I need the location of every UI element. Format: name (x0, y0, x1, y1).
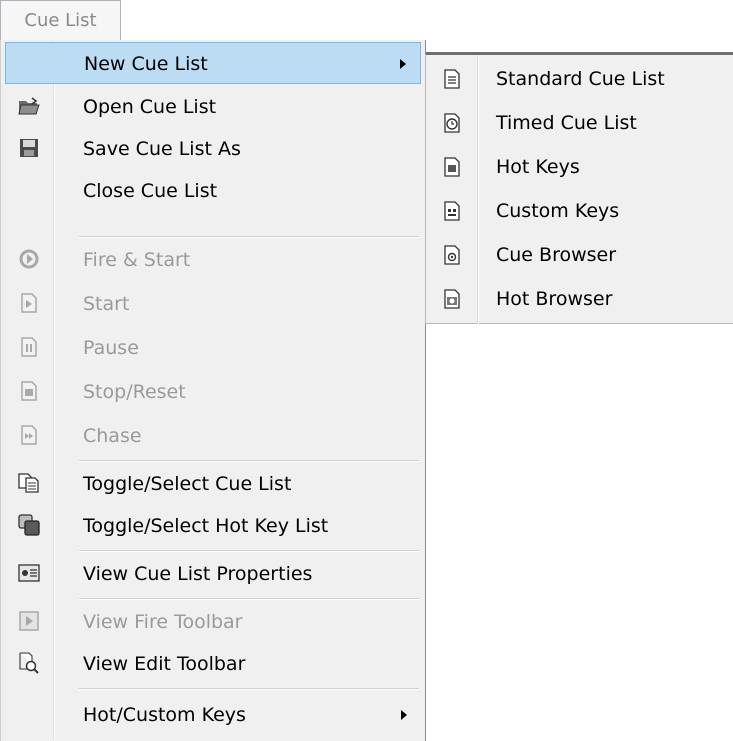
menu-separator (79, 460, 419, 462)
menu-separator (79, 688, 419, 690)
menu-item-hot-custom-keys[interactable]: Hot/Custom Keys (5, 694, 421, 736)
menu-cue-list-label: Cue List (24, 10, 97, 31)
pause-icon (18, 336, 40, 358)
submenu-item-standard-cue-list[interactable]: Standard Cue List (426, 57, 733, 101)
menu-item-toggle-select-cue-list[interactable]: Toggle/Select Cue List (5, 463, 421, 505)
hot-browser-icon (441, 288, 463, 310)
menu-item-view-edit-toolbar[interactable]: View Edit Toolbar (5, 643, 421, 685)
open-folder-icon (18, 95, 40, 117)
custom-keys-icon (441, 200, 463, 222)
toggle-cue-list-icon (18, 472, 40, 494)
hot-keys-icon (441, 156, 463, 178)
submenu-item-cue-browser[interactable]: Cue Browser (426, 233, 733, 277)
submenu-item-hot-browser[interactable]: Hot Browser (426, 277, 733, 321)
menu-cue-list[interactable]: Cue List (0, 0, 121, 40)
edit-toolbar-icon (18, 652, 40, 674)
submenu-item-custom-keys[interactable]: Custom Keys (426, 189, 733, 233)
properties-icon (18, 562, 40, 584)
standard-cue-list-icon (441, 68, 463, 90)
menu-item-open-cue-list[interactable]: Open Cue List (5, 86, 421, 128)
start-icon (18, 292, 40, 314)
menu-item-pause[interactable]: Pause (5, 327, 421, 369)
menu-item-view-fire-toolbar[interactable]: View Fire Toolbar (5, 601, 421, 643)
menu-item-toggle-select-hot-key-list[interactable]: Toggle/Select Hot Key List (5, 505, 421, 547)
toggle-hot-key-list-icon (18, 514, 40, 536)
menu-separator (79, 236, 419, 238)
submenu-arrow-icon (400, 59, 406, 69)
timed-cue-list-icon (441, 112, 463, 134)
menu-item-stop-reset[interactable]: Stop/Reset (5, 371, 421, 413)
submenu-item-timed-cue-list[interactable]: Timed Cue List (426, 101, 733, 145)
save-disk-icon (18, 137, 40, 159)
menu-item-close-cue-list[interactable]: Close Cue List (5, 170, 421, 212)
menu-item-save-cue-list-as[interactable]: Save Cue List As (5, 128, 421, 170)
menu-item-view-cue-list-properties[interactable]: View Cue List Properties (5, 553, 421, 595)
menu-separator (79, 550, 419, 552)
menu-item-chase[interactable]: Chase (5, 415, 421, 457)
submenu-item-hot-keys[interactable]: Hot Keys (426, 145, 733, 189)
fire-start-icon (18, 248, 40, 270)
chase-icon (18, 424, 40, 446)
stop-reset-icon (18, 380, 40, 402)
cue-browser-icon (441, 244, 463, 266)
cue-list-menu: New Cue List Open Cue List Save Cue List… (0, 40, 426, 741)
menu-item-fire-start[interactable]: Fire & Start (5, 239, 421, 281)
menu-separator (79, 598, 419, 600)
menu-item-start[interactable]: Start (5, 283, 421, 325)
menu-item-new-cue-list[interactable]: New Cue List (5, 42, 421, 84)
submenu-arrow-icon (401, 710, 407, 720)
new-cue-list-submenu: Standard Cue List Timed Cue List Hot Key… (425, 52, 733, 324)
fire-toolbar-icon (18, 610, 40, 632)
